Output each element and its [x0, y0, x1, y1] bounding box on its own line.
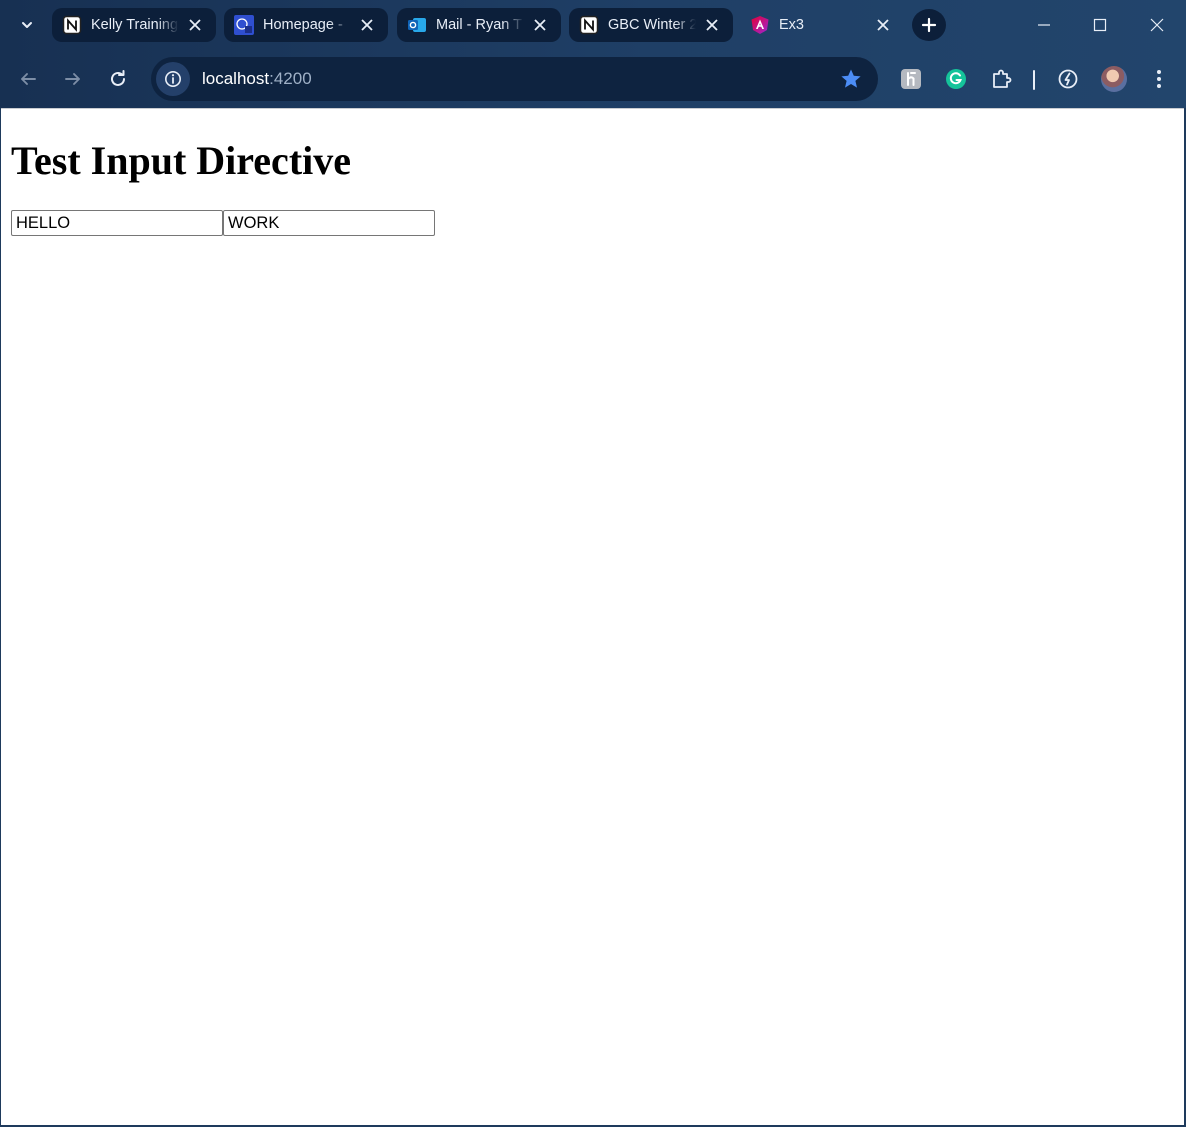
url-host: localhost [202, 69, 270, 88]
close-window-button[interactable] [1142, 10, 1172, 40]
reload-button[interactable] [103, 64, 133, 94]
grammarly-button[interactable] [942, 65, 970, 93]
url-port: :4200 [269, 69, 312, 88]
url-text[interactable]: localhost:4200 [202, 69, 312, 89]
close-icon[interactable] [358, 16, 376, 34]
maximize-icon [1093, 18, 1107, 32]
chevron-down-icon [22, 22, 32, 28]
puzzle-icon [993, 69, 1012, 88]
notion-icon [62, 15, 82, 35]
maximize-button[interactable] [1085, 10, 1115, 40]
new-tab-button[interactable] [912, 9, 946, 41]
back-button[interactable] [13, 64, 43, 94]
angular-icon [750, 15, 770, 35]
page-viewport: Test Input Directive [1, 108, 1184, 1125]
reload-icon [111, 70, 125, 86]
browser-chrome: Kelly Training Homepage - Mail - Ryan T … [0, 0, 1186, 108]
tab-title: GBC Winter 2 [608, 17, 696, 33]
extension-h-icon [901, 69, 921, 89]
tab-title: Kelly Training [91, 17, 179, 33]
text-input-1[interactable] [11, 210, 223, 236]
tab-title: Homepage - [263, 17, 343, 33]
plus-icon [921, 17, 937, 33]
tab-gbc-winter[interactable]: GBC Winter 2 [569, 8, 733, 42]
menu-button[interactable] [1145, 65, 1173, 93]
extension-button[interactable] [897, 65, 925, 93]
tab-title: Ex3 [779, 17, 804, 33]
performance-button[interactable] [1054, 65, 1082, 93]
college-logo-icon [234, 15, 254, 35]
bookmark-star-button[interactable] [840, 68, 862, 90]
input-row [11, 210, 435, 236]
tab-homepage[interactable]: Homepage - [224, 8, 388, 42]
more-vertical-icon [1157, 70, 1161, 88]
minimize-button[interactable] [1029, 10, 1059, 40]
text-input-2[interactable] [223, 210, 435, 236]
tab-search-button[interactable] [10, 9, 44, 41]
toolbar-divider [1033, 70, 1035, 90]
close-icon [1150, 18, 1164, 32]
address-bar[interactable]: localhost:4200 [151, 57, 878, 101]
site-info-button[interactable] [156, 62, 190, 96]
outlook-icon [407, 15, 427, 35]
close-icon[interactable] [874, 16, 892, 34]
arrow-left-icon [21, 73, 36, 85]
close-icon[interactable] [703, 16, 721, 34]
browser-toolbar: localhost:4200 [0, 52, 1186, 106]
grammarly-icon [946, 69, 966, 89]
page-title: Test Input Directive [11, 138, 351, 183]
extensions-button[interactable] [988, 65, 1016, 93]
close-icon[interactable] [186, 16, 204, 34]
info-icon [165, 71, 181, 87]
tab-mail[interactable]: Mail - Ryan T [397, 8, 561, 42]
star-icon [841, 69, 861, 88]
arrow-right-icon [65, 73, 80, 85]
tab-kelly-training[interactable]: Kelly Training [52, 8, 216, 42]
profile-avatar[interactable] [1101, 66, 1127, 92]
forward-button[interactable] [58, 64, 88, 94]
tab-ex3[interactable]: Ex3 [740, 8, 904, 42]
notion-icon [579, 15, 599, 35]
tab-title: Mail - Ryan T [436, 17, 522, 33]
energy-saver-icon [1058, 69, 1078, 89]
minimize-icon [1038, 24, 1050, 26]
close-icon[interactable] [531, 16, 549, 34]
tab-strip: Kelly Training Homepage - Mail - Ryan T … [0, 0, 1186, 50]
